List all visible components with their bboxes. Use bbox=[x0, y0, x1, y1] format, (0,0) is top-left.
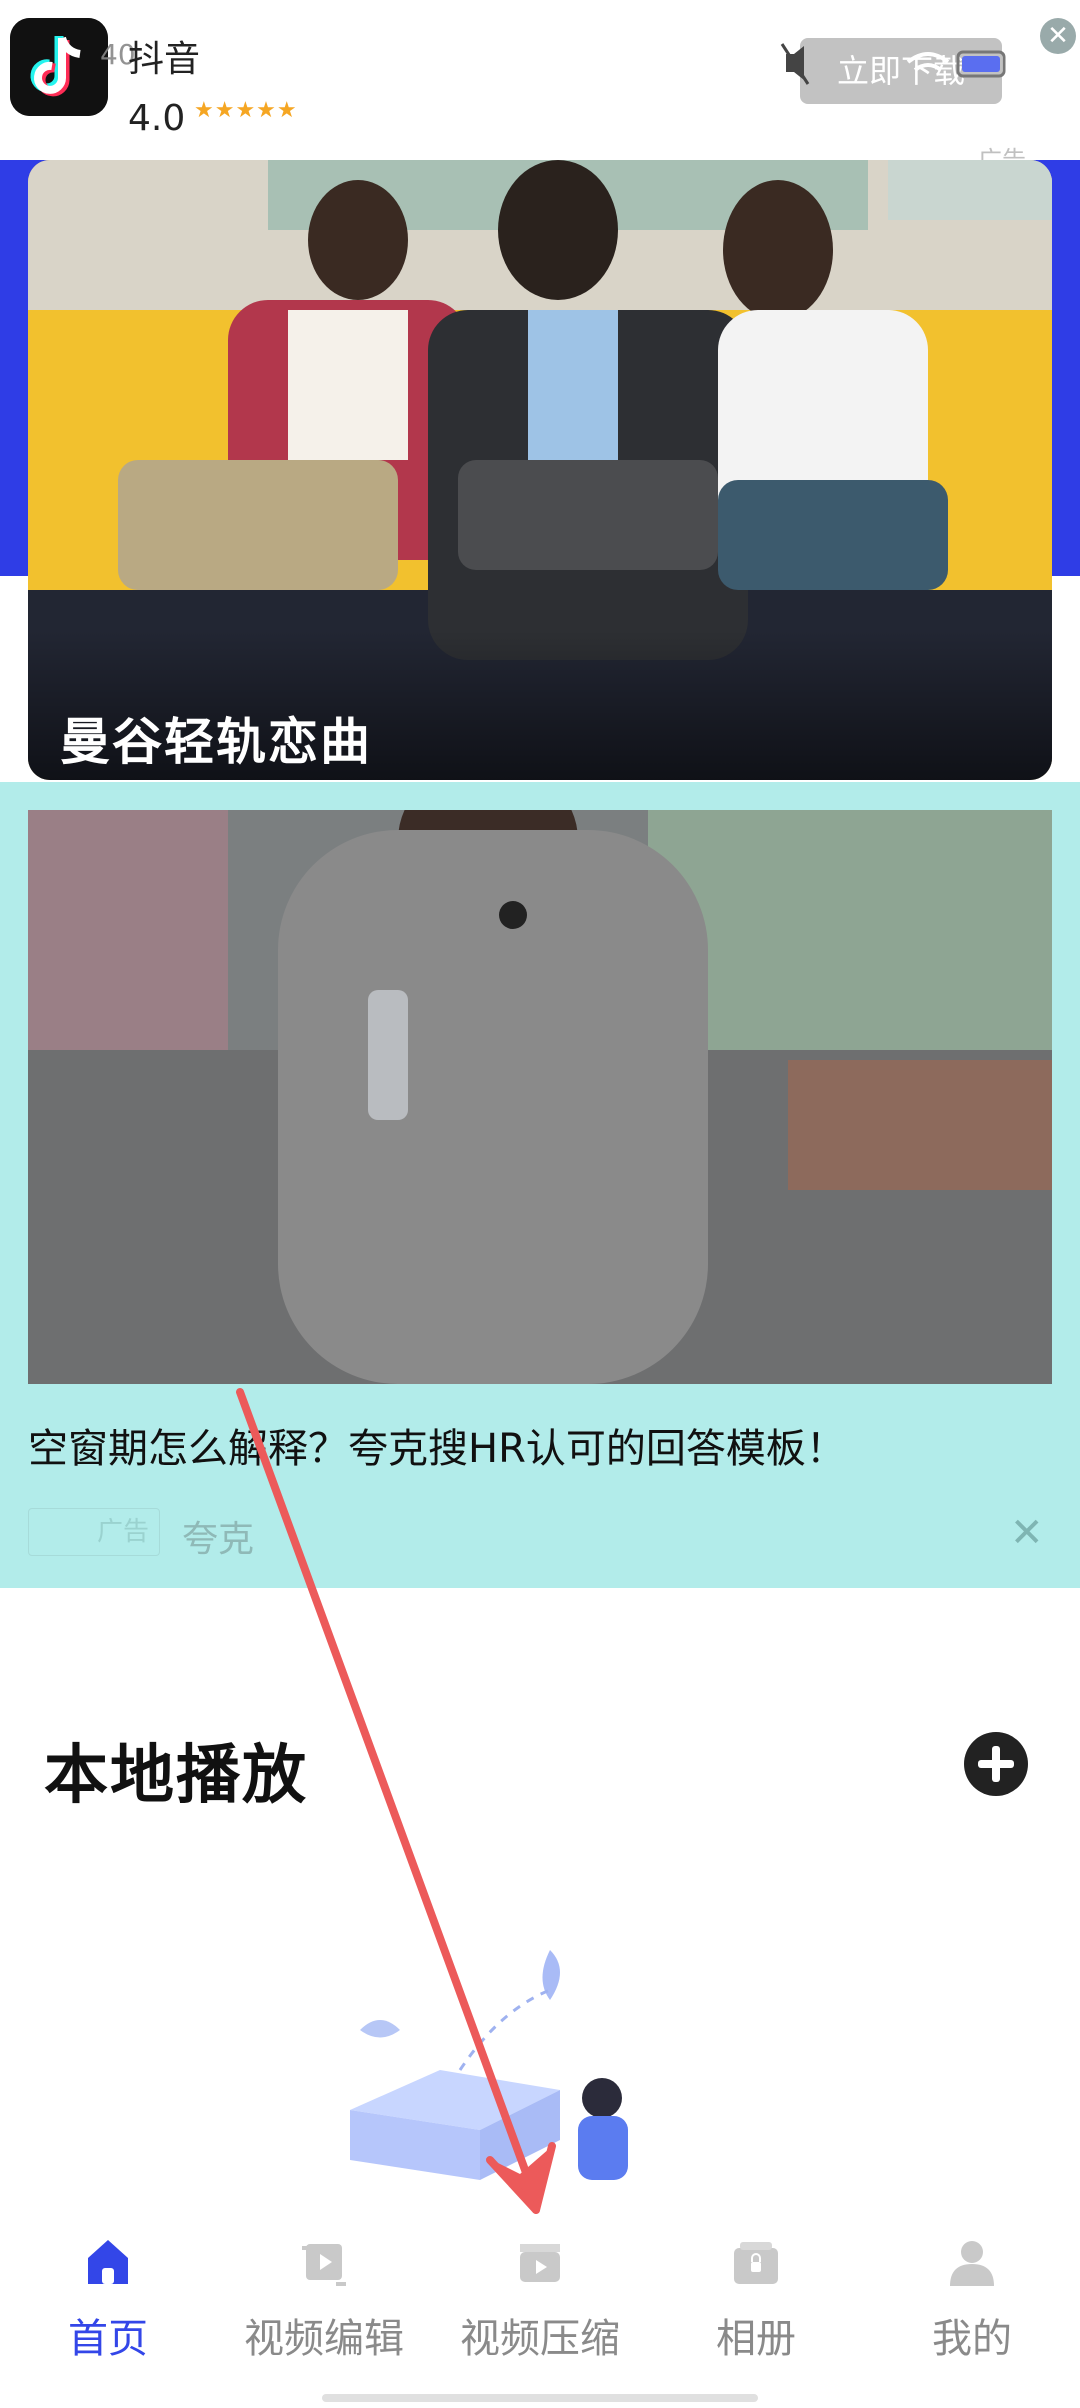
featured-video-card[interactable] bbox=[28, 160, 1052, 780]
add-local-video-button[interactable] bbox=[964, 1732, 1028, 1796]
nav-video-edit-label: 视频编辑 bbox=[244, 2316, 404, 2362]
nav-video-compress-label: 视频压缩 bbox=[460, 2316, 620, 2362]
top-ad-banner: 40 抖音 4.0 ★★★★★ 立即下载 ✕ 广告 bbox=[0, 0, 1080, 174]
douyin-app-icon[interactable] bbox=[10, 18, 108, 116]
nav-home-label: 首页 bbox=[68, 2316, 148, 2362]
ad-close-button[interactable]: ✕ bbox=[1040, 18, 1076, 54]
ad-source-name: 夸克 bbox=[182, 1519, 255, 1560]
status-bar-icons bbox=[780, 43, 1006, 85]
native-ad-close-icon[interactable]: ✕ bbox=[1010, 1510, 1044, 1556]
app-name: 抖音 bbox=[128, 39, 201, 80]
nav-album[interactable]: 相册 bbox=[648, 2234, 864, 2364]
video-edit-icon bbox=[302, 2244, 346, 2286]
empty-state-illustration bbox=[350, 1950, 628, 2180]
ad-badge: 广告 bbox=[28, 1508, 160, 1556]
home-icon bbox=[88, 2240, 128, 2284]
nav-profile-label: 我的 bbox=[932, 2316, 1012, 2362]
featured-video-thumbnail bbox=[28, 160, 1052, 780]
local-play-title: 本地播放 bbox=[44, 1739, 308, 1813]
home-indicator[interactable] bbox=[322, 2394, 758, 2402]
nav-home[interactable]: 首页 bbox=[0, 2234, 216, 2364]
app-rating: 4.0 bbox=[128, 98, 186, 139]
wifi-icon bbox=[906, 52, 950, 72]
nav-profile[interactable]: 我的 bbox=[864, 2234, 1080, 2364]
battery-icon bbox=[956, 50, 1006, 78]
nav-album-label: 相册 bbox=[716, 2316, 796, 2362]
featured-video-title: 曼谷轻轨恋曲 bbox=[60, 713, 372, 771]
ad-badge-label: 广告 bbox=[96, 1517, 149, 1547]
nav-video-compress[interactable]: 视频压缩 bbox=[432, 2234, 648, 2364]
rating-stars: ★★★★★ bbox=[194, 98, 298, 123]
mute-icon bbox=[780, 43, 810, 85]
profile-icon bbox=[950, 2241, 994, 2286]
album-icon bbox=[734, 2242, 778, 2284]
native-ad-image[interactable] bbox=[28, 810, 1052, 1384]
video-compress-icon bbox=[520, 2244, 560, 2282]
nav-video-edit[interactable]: 视频编辑 bbox=[216, 2234, 432, 2364]
native-ad-title[interactable]: 空窗期怎么解释？夸克搜HR认可的回答模板！ bbox=[28, 1416, 846, 1474]
